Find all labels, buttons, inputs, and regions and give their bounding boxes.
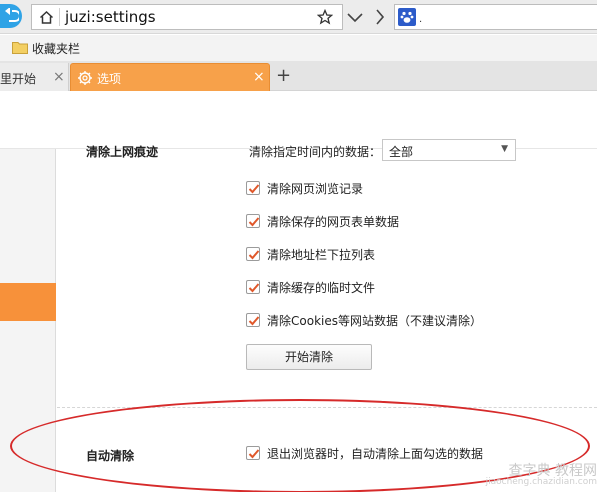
- tab-label: 选项: [97, 72, 122, 86]
- bookmark-folder-label: 收藏夹栏: [32, 42, 81, 56]
- star-icon[interactable]: [317, 9, 333, 25]
- option-label: 清除Cookies等网站数据（不建议清除）: [267, 314, 482, 328]
- chevron-down-icon: ▼: [501, 144, 508, 154]
- folder-icon: [12, 42, 28, 54]
- back-arrow-icon: [5, 8, 19, 22]
- checkmark-icon: [248, 250, 260, 260]
- forward-button[interactable]: [368, 4, 392, 30]
- checkbox[interactable]: [246, 181, 260, 195]
- watermark-url: jiaocheng.chazidian.com: [485, 477, 597, 487]
- bookmarks-bar: 收藏夹栏: [0, 35, 597, 61]
- start-clear-button[interactable]: 开始清除: [246, 344, 372, 370]
- option-label: 清除保存的网页表单数据: [267, 215, 400, 229]
- settings-content: 清除上网痕迹 清除指定时间内的数据： 全部 ▼ 清除网页浏览记录 清除保存的网页…: [0, 139, 597, 492]
- url-separator: [59, 8, 60, 26]
- tab-close-button[interactable]: ×: [253, 69, 265, 85]
- checkbox[interactable]: [246, 247, 260, 261]
- checkmark-icon: [248, 217, 260, 227]
- search-engine-button[interactable]: [398, 8, 416, 26]
- back-button[interactable]: [0, 4, 22, 28]
- tab-start[interactable]: 里开始 ×: [0, 63, 69, 91]
- new-tab-button[interactable]: +: [276, 65, 291, 86]
- checkbox[interactable]: [246, 313, 260, 327]
- time-range-value: 全部: [389, 145, 414, 159]
- option-label: 清除地址栏下拉列表: [267, 248, 376, 262]
- url-field[interactable]: juzi:settings: [31, 4, 343, 30]
- checkmark-icon: [248, 283, 260, 293]
- address-toolbar: juzi:settings .: [0, 0, 597, 34]
- dropdown-button[interactable]: [343, 4, 367, 30]
- checkbox[interactable]: [246, 214, 260, 228]
- tab-label: 里开始: [0, 72, 37, 86]
- tab-strip: 里开始 × 选项 × +: [0, 61, 597, 91]
- option-label: 清除网页浏览记录: [267, 182, 364, 196]
- paw-icon: [400, 11, 414, 23]
- time-range-select[interactable]: 全部 ▼: [382, 139, 516, 161]
- section-title-clear-history: 清除上网痕迹: [86, 145, 159, 159]
- url-text[interactable]: juzi:settings: [65, 8, 156, 26]
- home-icon[interactable]: [39, 10, 54, 25]
- time-range-label: 清除指定时间内的数据：: [249, 145, 382, 159]
- checkmark-icon: [248, 184, 260, 194]
- search-text[interactable]: .: [419, 14, 422, 25]
- chevron-down-icon: [347, 13, 363, 23]
- search-field[interactable]: .: [394, 4, 597, 30]
- gear-icon: [78, 71, 92, 85]
- sidebar-item-selected[interactable]: [0, 283, 56, 321]
- tab-close-button[interactable]: ×: [53, 69, 65, 85]
- chevron-right-icon: [376, 9, 385, 25]
- tab-options[interactable]: 选项 ×: [70, 63, 270, 91]
- checkmark-icon: [248, 316, 260, 326]
- option-label: 清除缓存的临时文件: [267, 281, 376, 295]
- checkbox[interactable]: [246, 280, 260, 294]
